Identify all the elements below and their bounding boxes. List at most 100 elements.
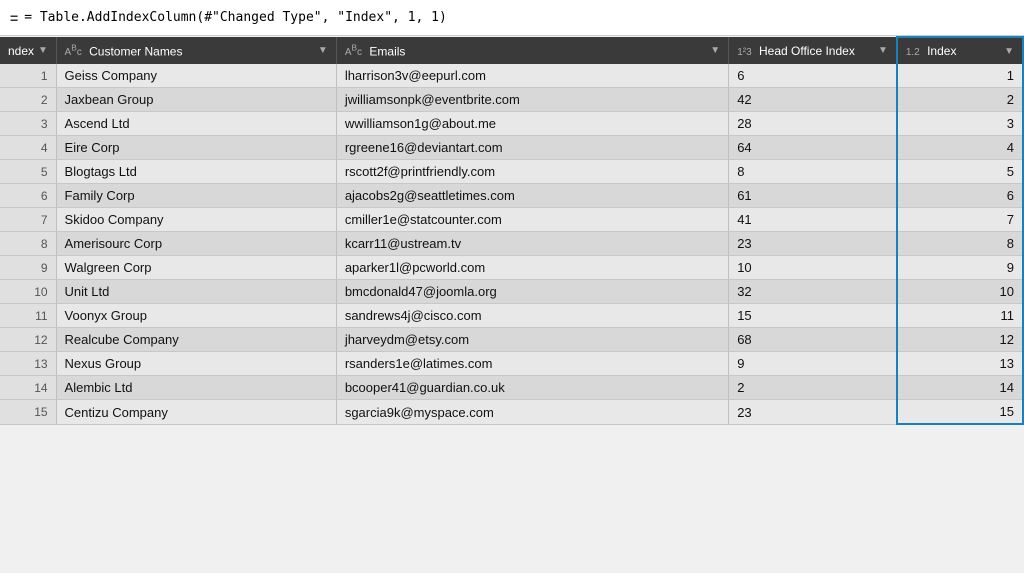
col-header-emails[interactable]: ABc Emails ▼	[336, 37, 728, 64]
cell-index: 6	[897, 184, 1023, 208]
table-row: 3 Ascend Ltd wwilliamson1g@about.me 28 3	[0, 112, 1023, 136]
table-row: 8 Amerisourc Corp kcarr11@ustream.tv 23 …	[0, 232, 1023, 256]
cell-hoi: 61	[729, 184, 897, 208]
cell-email: rsanders1e@latimes.com	[336, 352, 728, 376]
cell-hoi: 41	[729, 208, 897, 232]
cell-name: Centizu Company	[56, 400, 336, 425]
table-row: 7 Skidoo Company cmiller1e@statcounter.c…	[0, 208, 1023, 232]
cell-rownum: 15	[0, 400, 56, 425]
cell-name: Eire Corp	[56, 136, 336, 160]
col-names-type: ABc	[65, 47, 82, 58]
cell-index: 10	[897, 280, 1023, 304]
table-row: 1 Geiss Company lharrison3v@eepurl.com 6…	[0, 64, 1023, 88]
cell-hoi: 68	[729, 328, 897, 352]
cell-email: jwilliamsonpk@eventbrite.com	[336, 88, 728, 112]
cell-email: lharrison3v@eepurl.com	[336, 64, 728, 88]
col-emails-type: ABc	[345, 47, 362, 58]
table-row: 10 Unit Ltd bmcdonald47@joomla.org 32 10	[0, 280, 1023, 304]
equals-sign: =	[10, 10, 18, 26]
col-rownum-label: ndex	[8, 44, 34, 58]
cell-email: sandrews4j@cisco.com	[336, 304, 728, 328]
cell-hoi: 6	[729, 64, 897, 88]
cell-email: kcarr11@ustream.tv	[336, 232, 728, 256]
cell-rownum: 2	[0, 88, 56, 112]
table-row: 11 Voonyx Group sandrews4j@cisco.com 15 …	[0, 304, 1023, 328]
cell-email: bmcdonald47@joomla.org	[336, 280, 728, 304]
cell-index: 4	[897, 136, 1023, 160]
cell-hoi: 42	[729, 88, 897, 112]
cell-hoi: 32	[729, 280, 897, 304]
col-header-names[interactable]: ABc Customer Names ▼	[56, 37, 336, 64]
table-header-row: ndex ▼ ABc Customer Names ▼	[0, 37, 1023, 64]
col-emails-arrow[interactable]: ▼	[710, 45, 720, 56]
cell-index: 13	[897, 352, 1023, 376]
col-header-rownum[interactable]: ndex ▼	[0, 37, 56, 64]
cell-name: Jaxbean Group	[56, 88, 336, 112]
cell-index: 12	[897, 328, 1023, 352]
cell-index: 1	[897, 64, 1023, 88]
cell-email: jharveydm@etsy.com	[336, 328, 728, 352]
cell-name: Nexus Group	[56, 352, 336, 376]
cell-index: 9	[897, 256, 1023, 280]
cell-email: sgarcia9k@myspace.com	[336, 400, 728, 425]
col-rownum-arrow[interactable]: ▼	[38, 45, 48, 56]
cell-name: Amerisourc Corp	[56, 232, 336, 256]
cell-rownum: 3	[0, 112, 56, 136]
col-names-label: Customer Names	[89, 44, 182, 58]
cell-rownum: 12	[0, 328, 56, 352]
cell-index: 7	[897, 208, 1023, 232]
cell-rownum: 7	[0, 208, 56, 232]
cell-hoi: 8	[729, 160, 897, 184]
col-hoi-type: 1²3	[737, 47, 751, 58]
col-hoi-label: Head Office Index	[759, 44, 855, 58]
cell-hoi: 10	[729, 256, 897, 280]
col-header-index[interactable]: 1.2 Index ▼	[897, 37, 1023, 64]
cell-hoi: 9	[729, 352, 897, 376]
cell-name: Alembic Ltd	[56, 376, 336, 400]
cell-rownum: 10	[0, 280, 56, 304]
table-row: 6 Family Corp ajacobs2g@seattletimes.com…	[0, 184, 1023, 208]
data-table: ndex ▼ ABc Customer Names ▼	[0, 36, 1024, 425]
cell-hoi: 23	[729, 232, 897, 256]
col-index-arrow[interactable]: ▼	[1004, 46, 1014, 57]
cell-index: 5	[897, 160, 1023, 184]
cell-rownum: 4	[0, 136, 56, 160]
cell-name: Geiss Company	[56, 64, 336, 88]
cell-name: Realcube Company	[56, 328, 336, 352]
cell-name: Blogtags Ltd	[56, 160, 336, 184]
cell-hoi: 15	[729, 304, 897, 328]
cell-index: 2	[897, 88, 1023, 112]
cell-rownum: 1	[0, 64, 56, 88]
cell-index: 11	[897, 304, 1023, 328]
table-row: 14 Alembic Ltd bcooper41@guardian.co.uk …	[0, 376, 1023, 400]
formula-text: = Table.AddIndexColumn(#"Changed Type", …	[24, 10, 447, 25]
cell-rownum: 13	[0, 352, 56, 376]
cell-email: aparker1l@pcworld.com	[336, 256, 728, 280]
cell-name: Walgreen Corp	[56, 256, 336, 280]
table-container: ndex ▼ ABc Customer Names ▼	[0, 36, 1024, 573]
cell-name: Skidoo Company	[56, 208, 336, 232]
col-header-hoi[interactable]: 1²3 Head Office Index ▼	[729, 37, 897, 64]
cell-email: wwilliamson1g@about.me	[336, 112, 728, 136]
cell-index: 14	[897, 376, 1023, 400]
col-hoi-arrow[interactable]: ▼	[878, 45, 888, 56]
table-row: 12 Realcube Company jharveydm@etsy.com 6…	[0, 328, 1023, 352]
cell-rownum: 9	[0, 256, 56, 280]
table-row: 4 Eire Corp rgreene16@deviantart.com 64 …	[0, 136, 1023, 160]
table-row: 2 Jaxbean Group jwilliamsonpk@eventbrite…	[0, 88, 1023, 112]
table-row: 9 Walgreen Corp aparker1l@pcworld.com 10…	[0, 256, 1023, 280]
cell-index: 3	[897, 112, 1023, 136]
cell-email: cmiller1e@statcounter.com	[336, 208, 728, 232]
table-row: 5 Blogtags Ltd rscott2f@printfriendly.co…	[0, 160, 1023, 184]
cell-rownum: 8	[0, 232, 56, 256]
cell-rownum: 6	[0, 184, 56, 208]
cell-rownum: 14	[0, 376, 56, 400]
cell-index: 8	[897, 232, 1023, 256]
table-row: 13 Nexus Group rsanders1e@latimes.com 9 …	[0, 352, 1023, 376]
col-names-arrow[interactable]: ▼	[318, 45, 328, 56]
cell-name: Family Corp	[56, 184, 336, 208]
cell-name: Unit Ltd	[56, 280, 336, 304]
col-emails-label: Emails	[369, 44, 405, 58]
table-row: 15 Centizu Company sgarcia9k@myspace.com…	[0, 400, 1023, 425]
col-index-type: 1.2	[906, 47, 920, 58]
